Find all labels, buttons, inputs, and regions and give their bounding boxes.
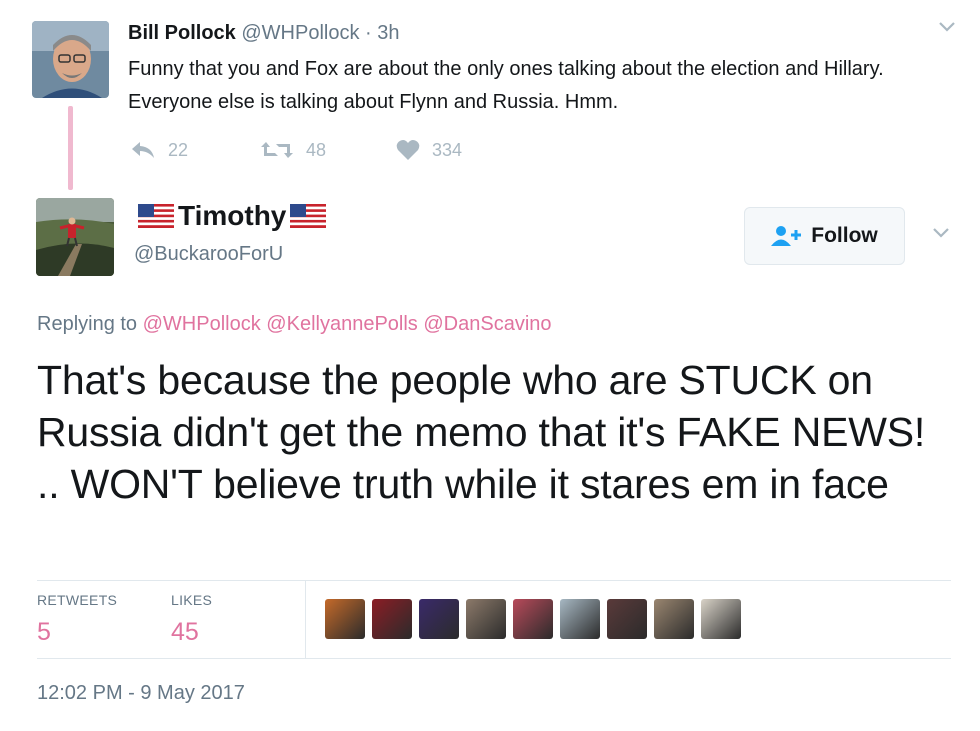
- stats-vertical-divider: [305, 580, 306, 658]
- retweet-count: 48: [306, 139, 327, 160]
- likes-count[interactable]: 45: [171, 618, 199, 647]
- avatar-abstract-dark[interactable]: [419, 599, 459, 639]
- reply-icon: [132, 142, 154, 158]
- header-separator: ·: [365, 22, 372, 44]
- retweet-action[interactable]: 48: [260, 136, 326, 164]
- stats-bottom-divider: [37, 658, 951, 659]
- tweet-timestamp[interactable]: 12:02 PM - 9 May 2017: [37, 682, 245, 705]
- retweets-count[interactable]: 5: [37, 618, 51, 647]
- mention-link[interactable]: @KellyannePolls: [266, 313, 418, 335]
- conversation-thread-line: [68, 106, 73, 190]
- retweets-label[interactable]: RETWEETS: [37, 592, 117, 608]
- like-action[interactable]: 334: [396, 136, 462, 164]
- parent-more-chevron-down-icon[interactable]: [938, 16, 956, 39]
- timothy-avatar[interactable]: [36, 198, 114, 276]
- mention-link[interactable]: @WHPollock: [143, 313, 261, 335]
- retweet-icon: [261, 142, 293, 158]
- stats-top-divider: [37, 580, 951, 581]
- follow-button[interactable]: Follow: [744, 207, 905, 265]
- bill-pollock-avatar[interactable]: [32, 21, 109, 98]
- avatar-make-america-great-again[interactable]: [372, 599, 412, 639]
- us-flag-icon: [138, 204, 174, 228]
- liker-avatars: [325, 599, 748, 639]
- avatar-couple-photo[interactable]: [466, 599, 506, 639]
- heart-icon: [396, 140, 420, 160]
- like-count: 334: [432, 139, 463, 160]
- tweet-more-chevron-down-icon[interactable]: [932, 222, 950, 245]
- mention-link[interactable]: @DanScavino: [423, 313, 551, 335]
- us-flag-icon: [290, 204, 327, 228]
- avatar-coffee-cup[interactable]: [654, 599, 694, 639]
- avatar-eagle-flag[interactable]: [513, 599, 553, 639]
- reply-count: 22: [168, 139, 189, 160]
- parent-tweet-text: Funny that you and Fox are about the onl…: [128, 58, 884, 113]
- parent-tweet-time[interactable]: 3h: [377, 22, 399, 44]
- reply-action[interactable]: 22: [130, 136, 188, 164]
- avatar-cat-white[interactable]: [701, 599, 741, 639]
- replying-prefix: Replying to: [37, 313, 138, 335]
- parent-tweet-header: Bill Pollock @WHPollock · 3h: [128, 22, 400, 45]
- author-handle[interactable]: @BuckarooForU: [134, 243, 283, 266]
- likes-label[interactable]: LIKES: [171, 592, 212, 608]
- avatar-person-light[interactable]: [560, 599, 600, 639]
- tweet-text: That's because the people who are STUCK …: [37, 357, 926, 507]
- replying-to-line: Replying to @WHPollock @KellyannePolls @…: [37, 313, 552, 336]
- parent-author-handle[interactable]: @WHPollock: [241, 22, 359, 44]
- author-name[interactable]: Timothy: [178, 200, 286, 232]
- parent-author-name[interactable]: Bill Pollock: [128, 22, 236, 44]
- follow-user-icon: [771, 226, 802, 246]
- avatar-group-photo[interactable]: [607, 599, 647, 639]
- avatar-woman-illustration[interactable]: [325, 599, 365, 639]
- author-name-row[interactable]: Timothy: [134, 200, 330, 232]
- follow-label: Follow: [811, 224, 878, 247]
